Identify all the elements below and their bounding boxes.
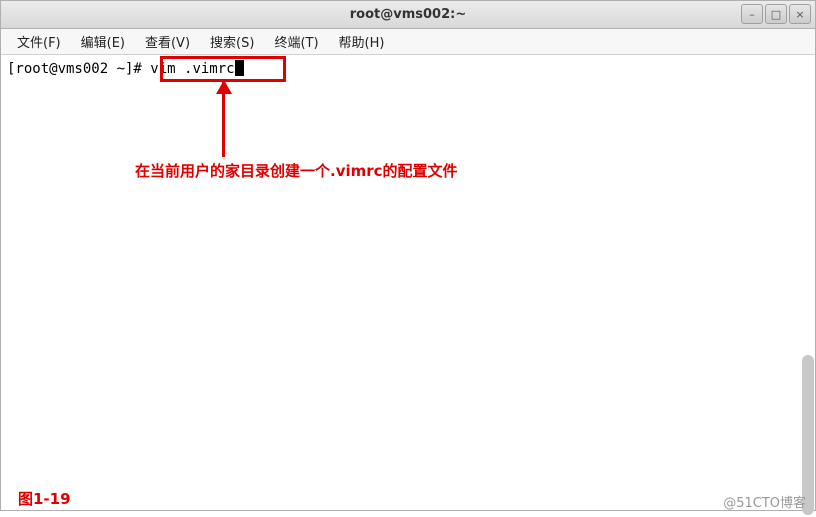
menu-terminal[interactable]: 终端(T)	[264, 29, 328, 54]
watermark: @51CTO博客	[723, 492, 806, 511]
window-title: root@vms002:~	[350, 7, 466, 22]
minimize-button[interactable]: –	[741, 4, 763, 24]
terminal-area[interactable]: [root@vms002 ~]# vim .vimrc	[1, 55, 815, 510]
shell-command: vim .vimrc	[150, 61, 234, 77]
menu-search[interactable]: 搜索(S)	[200, 29, 264, 54]
menu-file[interactable]: 文件(F)	[7, 29, 71, 54]
maximize-button[interactable]: □	[765, 4, 787, 24]
menu-edit[interactable]: 编辑(E)	[71, 29, 135, 54]
figure-label: 图1-19	[18, 488, 71, 509]
menu-view[interactable]: 查看(V)	[135, 29, 200, 54]
window-controls: – □ ×	[741, 4, 811, 24]
shell-prompt: [root@vms002 ~]#	[7, 61, 150, 77]
cursor-icon	[235, 60, 244, 76]
menubar: 文件(F) 编辑(E) 查看(V) 搜索(S) 终端(T) 帮助(H)	[1, 29, 815, 55]
prompt-line: [root@vms002 ~]# vim .vimrc	[7, 59, 809, 79]
terminal-window: root@vms002:~ – □ × 文件(F) 编辑(E) 查看(V) 搜索…	[0, 0, 816, 511]
scrollbar[interactable]	[802, 355, 814, 515]
menu-help[interactable]: 帮助(H)	[329, 29, 395, 54]
close-button[interactable]: ×	[789, 4, 811, 24]
titlebar: root@vms002:~ – □ ×	[1, 1, 815, 29]
